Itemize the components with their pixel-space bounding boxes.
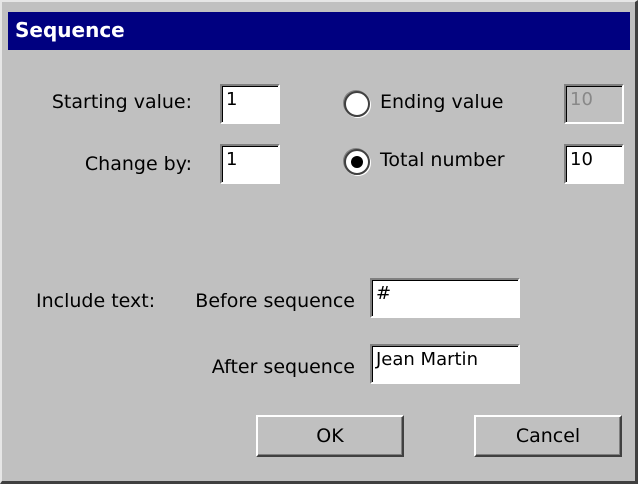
title-bar[interactable]: Sequence	[8, 12, 630, 50]
dialog-title: Sequence	[15, 18, 125, 42]
starting-value-field[interactable]: 1	[220, 84, 280, 124]
ok-button[interactable]: OK	[256, 415, 404, 457]
total-number-label[interactable]: Total number	[380, 149, 505, 171]
radio-selected-dot	[351, 156, 363, 168]
ending-value-field[interactable]: 10	[564, 84, 624, 124]
total-number-field[interactable]: 10	[564, 144, 624, 184]
cancel-button[interactable]: Cancel	[474, 415, 622, 457]
sequence-dialog: Sequence Starting value: 1 Ending value …	[0, 0, 638, 484]
before-sequence-label: Before sequence	[195, 290, 355, 312]
after-sequence-field[interactable]: Jean Martin	[370, 344, 520, 384]
change-by-field[interactable]: 1	[220, 144, 280, 184]
after-sequence-label: After sequence	[211, 356, 355, 378]
before-sequence-field[interactable]: #	[370, 278, 520, 318]
include-text-label: Include text:	[36, 290, 156, 312]
total-number-radio[interactable]	[344, 149, 370, 175]
ending-value-label[interactable]: Ending value	[380, 91, 503, 113]
change-by-label: Change by:	[84, 153, 192, 175]
ending-value-radio[interactable]	[344, 91, 370, 117]
starting-value-label: Starting value:	[51, 91, 192, 113]
